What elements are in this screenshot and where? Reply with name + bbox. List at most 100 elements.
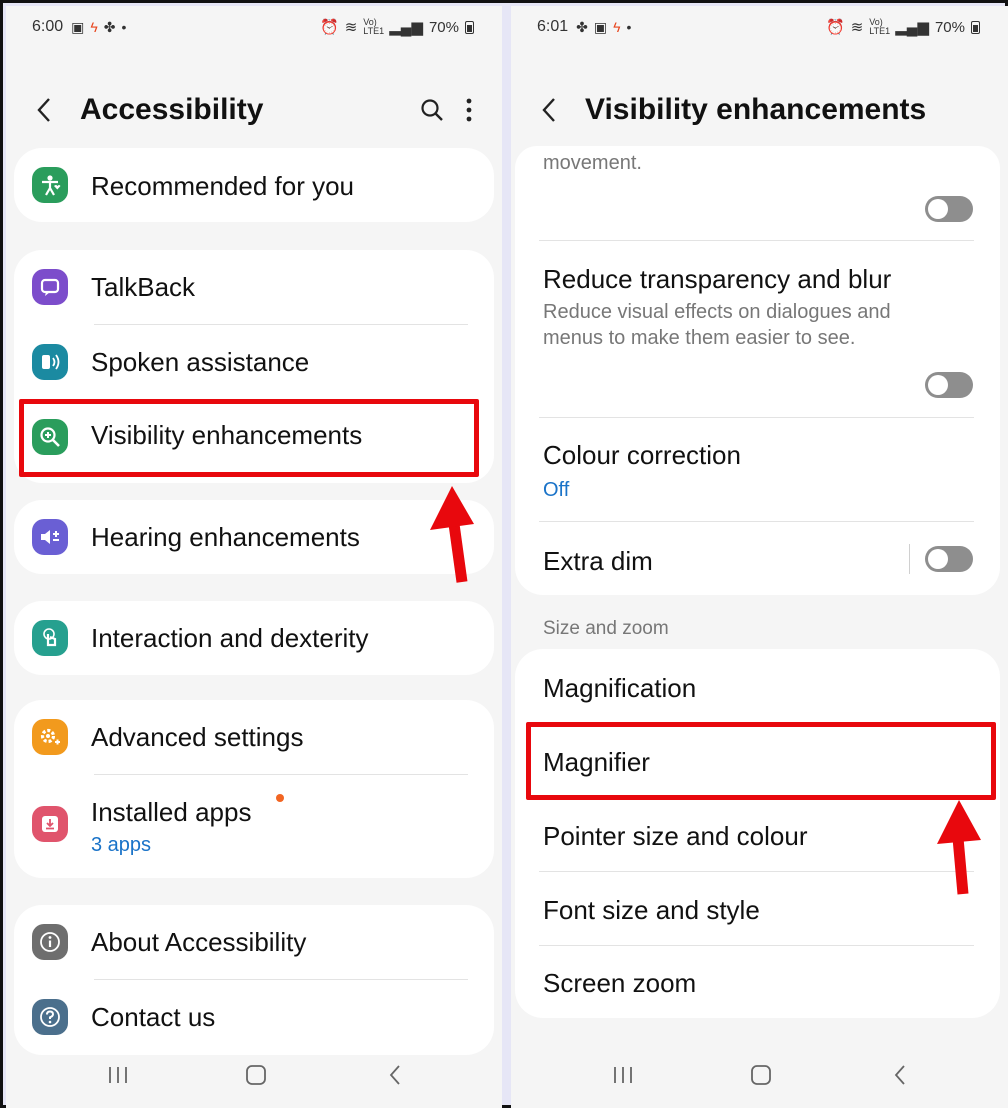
battery-icon: [971, 20, 980, 34]
reduce-transparency-label: Reduce transparency and blur: [543, 264, 892, 294]
item-label: Screen zoom: [543, 968, 697, 998]
app-header: Visibility enhancements: [541, 88, 978, 132]
size-zoom-card: Magnification Magnifier Pointer size and…: [515, 649, 1000, 1018]
home-button[interactable]: [746, 1060, 776, 1090]
page-title: Visibility enhancements: [585, 93, 927, 126]
item-label: Font size and style: [543, 895, 760, 925]
more-vert-icon: [466, 98, 472, 122]
search-button[interactable]: [420, 98, 444, 122]
magnify-plus-icon: [32, 419, 68, 455]
item-label: Magnifier: [543, 747, 650, 777]
vertical-divider: [909, 544, 910, 574]
gallery-icon: ▣: [71, 18, 85, 35]
list-item-advanced-settings[interactable]: Advanced settings: [14, 700, 494, 775]
pinwheel-icon: ✤: [576, 18, 588, 35]
signal-icon: ▂▄▆: [389, 19, 423, 36]
accessibility-screen: 6:00 ▣ ϟ ✤ • ⏰ ≋ Vo) LTE1 ▂▄▆ 70% Access…: [6, 6, 502, 1108]
navigation-bar: [6, 1060, 502, 1090]
extra-dim-row[interactable]: Extra dim: [515, 522, 1000, 595]
speaker-plus-icon: [32, 519, 68, 555]
status-bar: 6:00 ▣ ϟ ✤ • ⏰ ≋ Vo) LTE1 ▂▄▆ 70%: [32, 16, 474, 38]
motion-toggle[interactable]: [925, 196, 973, 222]
list-item-talkback[interactable]: TalkBack: [14, 250, 494, 325]
status-time: 6:01: [537, 18, 569, 35]
home-icon: [751, 1065, 771, 1085]
list-item-font-size[interactable]: Font size and style: [515, 872, 1000, 946]
question-icon: [32, 999, 68, 1035]
gear-plus-icon: [32, 719, 68, 755]
reduce-transparency-description: Reduce visual effects on dialogues and m…: [543, 301, 891, 349]
recents-button[interactable]: [608, 1060, 638, 1090]
item-label: Advanced settings: [91, 722, 304, 752]
item-label: Installed apps: [91, 797, 252, 827]
extra-dim-toggle[interactable]: [925, 546, 973, 572]
list-item-installed-apps[interactable]: Installed apps 3 apps: [14, 775, 494, 878]
list-item-spoken-assistance[interactable]: Spoken assistance: [14, 325, 494, 400]
visibility-options-card: movement. Reduce transparency and blur R…: [515, 146, 1000, 595]
home-button[interactable]: [241, 1060, 271, 1090]
screenshot-frame: 6:00 ▣ ϟ ✤ • ⏰ ≋ Vo) LTE1 ▂▄▆ 70% Access…: [0, 0, 1008, 1108]
list-item-screen-zoom[interactable]: Screen zoom: [515, 946, 1000, 1018]
flash-icon: ϟ: [90, 19, 98, 35]
nav-back-button[interactable]: [380, 1060, 410, 1090]
about-card: About Accessibility Contact us: [14, 905, 494, 1055]
flash-icon: ϟ: [613, 19, 621, 35]
pinwheel-icon: ✤: [103, 18, 116, 35]
dot-icon: •: [121, 19, 127, 35]
list-item-visibility-enhancements[interactable]: Visibility enhancements: [14, 400, 494, 475]
section-header-size-zoom: Size and zoom: [543, 618, 669, 639]
recommended-card: Recommended for you: [14, 148, 494, 222]
colour-correction-row[interactable]: Colour correction Off: [515, 418, 1000, 521]
touch-hand-icon: [32, 620, 68, 656]
reduce-transparency-toggle[interactable]: [925, 372, 973, 398]
nav-back-icon: [389, 1065, 400, 1085]
status-bar: 6:01 ✤ ▣ ϟ • ⏰ ≋ Vo) LTE1 ▂▄▆ 70%: [537, 16, 980, 38]
status-time: 6:00: [32, 18, 64, 35]
recents-icon: [614, 1067, 632, 1083]
item-sublabel: 3 apps: [91, 834, 152, 856]
wifi-icon: ≋: [344, 19, 358, 36]
list-item-magnification[interactable]: Magnification: [515, 649, 1000, 724]
gallery-icon: ▣: [593, 18, 608, 35]
info-icon: [32, 924, 68, 960]
search-icon: [421, 99, 443, 121]
colour-correction-label: Colour correction: [543, 440, 741, 470]
list-item-recommended[interactable]: Recommended for you: [14, 148, 494, 222]
item-label: Spoken assistance: [91, 347, 310, 377]
visibility-enhancements-screen: 6:01 ✤ ▣ ϟ • ⏰ ≋ Vo) LTE1 ▂▄▆ 70% Visibi…: [511, 6, 1008, 1108]
list-item-pointer-size[interactable]: Pointer size and colour: [515, 798, 1000, 872]
alarm-icon: ⏰: [826, 19, 845, 36]
home-icon: [246, 1065, 266, 1085]
back-button[interactable]: [541, 90, 569, 130]
network-label: Vo) LTE1: [869, 17, 891, 36]
more-options-button[interactable]: [466, 98, 472, 122]
chevron-left-icon: [542, 98, 555, 122]
hearing-card: Hearing enhancements: [14, 500, 494, 574]
item-label: TalkBack: [91, 272, 196, 302]
list-item-magnifier[interactable]: Magnifier: [515, 724, 1000, 798]
list-item-contact-us[interactable]: Contact us: [14, 980, 494, 1055]
nav-back-button[interactable]: [885, 1060, 915, 1090]
nav-back-icon: [894, 1065, 905, 1085]
colour-correction-value: Off: [543, 479, 570, 501]
page-title: Accessibility: [80, 93, 264, 126]
dot-icon: •: [626, 19, 632, 35]
wifi-icon: ≋: [850, 19, 864, 36]
recents-button[interactable]: [103, 1060, 133, 1090]
download-icon: [32, 806, 68, 842]
signal-icon: ▂▄▆: [895, 19, 929, 36]
item-label: Interaction and dexterity: [91, 623, 369, 653]
battery-percent: 70%: [934, 18, 965, 36]
list-item-about-accessibility[interactable]: About Accessibility: [14, 905, 494, 980]
item-label: Hearing enhancements: [91, 522, 360, 552]
list-item-hearing-enhancements[interactable]: Hearing enhancements: [14, 500, 494, 574]
item-label: Visibility enhancements: [91, 420, 363, 450]
item-label: Contact us: [91, 1002, 216, 1032]
list-item-interaction-dexterity[interactable]: Interaction and dexterity: [14, 601, 494, 675]
battery-icon: [465, 20, 474, 34]
back-button[interactable]: [36, 90, 64, 130]
item-label: Recommended for you: [91, 171, 355, 201]
item-label: Pointer size and colour: [543, 821, 808, 851]
advanced-card: Advanced settings Installed apps 3 apps: [14, 700, 494, 878]
network-label: Vo) LTE1: [363, 17, 385, 36]
